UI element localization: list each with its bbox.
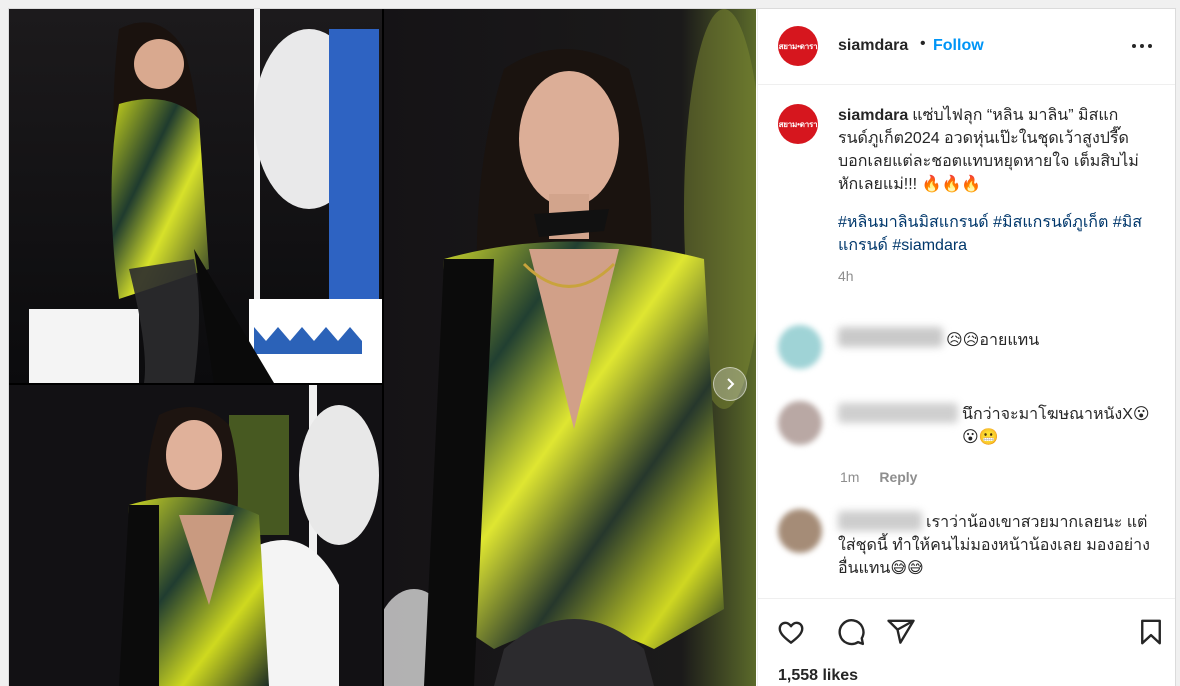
post-actions-bar: 1,558 likes — [758, 598, 1175, 686]
instagram-post: สยาม•ดารา siamdara • Follow สยาม•ดารา si… — [8, 8, 1176, 686]
caption-username[interactable]: siamdara — [838, 107, 908, 124]
comment-time: 1m — [840, 469, 860, 485]
post-time: 4h — [838, 268, 854, 284]
comment-text: นึกว่าจะมาโฆษณาหนังX😮😮😬 — [962, 406, 1150, 446]
hashtag-link[interactable]: #มิสแกรนด์ภูเก็ต — [993, 214, 1108, 231]
commenter-name-blurred[interactable] — [838, 403, 958, 423]
follow-button[interactable]: Follow — [933, 37, 984, 55]
comment-button[interactable] — [836, 617, 866, 647]
chevron-right-icon — [727, 378, 735, 390]
more-options-icon[interactable] — [1128, 34, 1156, 58]
commenter-avatar[interactable] — [778, 509, 822, 553]
commenter-avatar[interactable] — [778, 325, 822, 369]
hashtag-link[interactable]: #siamdara — [892, 237, 967, 254]
save-button[interactable] — [1136, 617, 1166, 647]
next-image-button[interactable] — [713, 367, 747, 401]
share-button[interactable] — [886, 617, 916, 647]
commenter-avatar[interactable] — [778, 401, 822, 445]
post-side-panel: สยาม•ดารา siamdara • Follow สยาม•ดารา si… — [757, 9, 1175, 686]
caption-author-avatar[interactable]: สยาม•ดารา — [778, 104, 818, 144]
avatar-logo-text: สยาม•ดารา — [778, 119, 818, 129]
heart-icon — [778, 621, 804, 644]
post-header: สยาม•ดารา siamdara • Follow — [758, 9, 1175, 85]
like-button[interactable] — [776, 617, 806, 647]
separator-dot: • — [920, 35, 926, 52]
author-avatar[interactable]: สยาม•ดารา — [778, 26, 818, 66]
bookmark-icon — [1141, 619, 1161, 645]
likes-count[interactable]: 1,558 likes — [778, 667, 858, 685]
avatar-logo-text: สยาม•ดารา — [778, 41, 818, 51]
photo-front-view-large — [384, 9, 756, 686]
comment-text: เราว่าน้องเขาสวยมากเลยนะ แต่ใส่ชุดนี้ ทำ… — [838, 514, 1150, 577]
hashtag-link[interactable]: #หลินมาลินมิสแกรนด์ — [838, 214, 989, 231]
post-media[interactable] — [9, 9, 756, 686]
photo-front-view-small — [9, 385, 382, 686]
commenter-name-blurred[interactable] — [838, 327, 943, 347]
reply-button[interactable]: Reply — [879, 469, 917, 485]
caption-body: siamdara แซ่บไฟลุก “หลิน มาลิน” มิสแกรนด์… — [838, 104, 1148, 288]
photo-back-view — [9, 9, 382, 383]
comment-text: 😥😥อายแทน — [946, 332, 1040, 349]
author-username[interactable]: siamdara — [838, 37, 908, 55]
comment-bubble-icon — [838, 619, 865, 646]
paper-plane-icon — [887, 619, 915, 644]
comment-meta: 1m Reply — [840, 469, 933, 485]
hashtag-list: #หลินมาลินมิสแกรนด์ #มิสแกรนด์ภูเก็ต #มิ… — [838, 211, 1148, 257]
